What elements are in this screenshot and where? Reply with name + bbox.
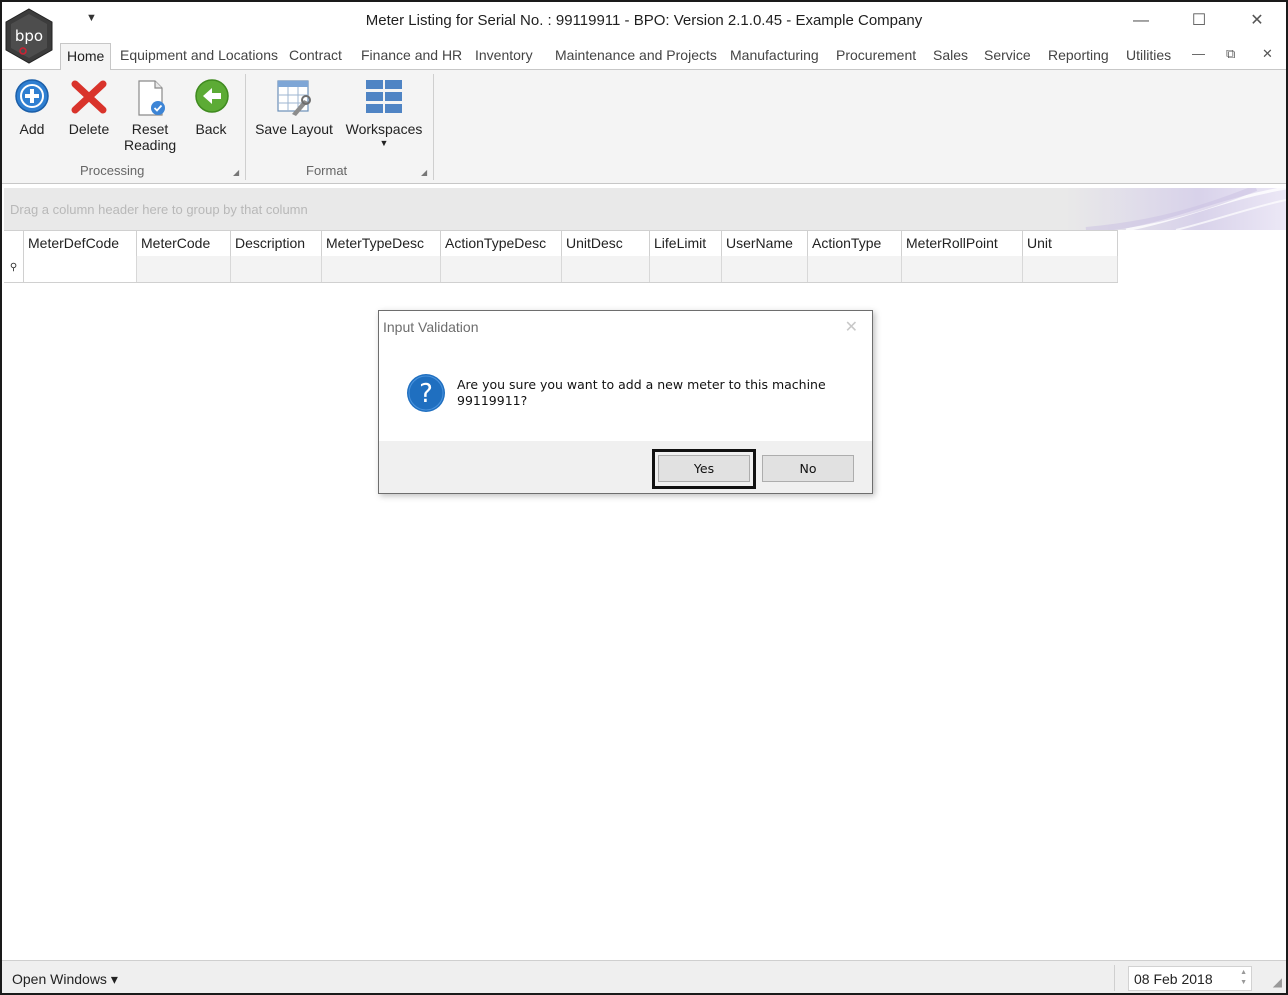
- save-layout-label: Save Layout: [255, 121, 333, 137]
- workspaces-dropdown-icon: ▼: [379, 138, 389, 148]
- filter-cell-lifelimit[interactable]: [650, 256, 722, 282]
- mdi-restore-button[interactable]: ⧉: [1226, 46, 1235, 62]
- ribbon-separator: [433, 74, 434, 180]
- app-window: bpo ▼ Meter Listing for Serial No. : 991…: [0, 0, 1288, 995]
- tab-procurement[interactable]: Procurement: [836, 47, 916, 63]
- row-indicator-header: [4, 231, 24, 257]
- tab-sales[interactable]: Sales: [933, 47, 968, 63]
- tab-finance-and-hr[interactable]: Finance and HR: [361, 47, 462, 63]
- dialog-message: Are you sure you want to add a new meter…: [457, 377, 826, 408]
- filter-cell-meterrollpoint[interactable]: [902, 256, 1023, 282]
- filter-cell-metertypedesc[interactable]: [322, 256, 441, 282]
- delete-label: Delete: [68, 121, 110, 137]
- filter-cell-meterdefcode[interactable]: [24, 256, 137, 282]
- svg-text:bpo: bpo: [15, 27, 43, 45]
- tab-equipment-and-locations[interactable]: Equipment and Locations: [120, 47, 278, 63]
- minimize-button[interactable]: —: [1118, 6, 1164, 36]
- grid-header-row: MeterDefCode MeterCode Description Meter…: [4, 230, 1118, 257]
- dialog-close-icon[interactable]: ✕: [845, 317, 858, 337]
- filter-pin-icon: ⚲: [4, 256, 24, 282]
- date-spin-field[interactable]: 08 Feb 2018 ▲ ▼: [1128, 966, 1252, 991]
- status-bar: Open Windows ▾ 08 Feb 2018 ▲ ▼ ◢: [2, 960, 1286, 993]
- column-header-unit[interactable]: Unit: [1023, 231, 1118, 257]
- ribbon-tabs: Home Equipment and Locations Contract Fi…: [2, 42, 1286, 71]
- mdi-close-button[interactable]: ✕: [1262, 46, 1273, 62]
- filter-cell-actiontype[interactable]: [808, 256, 902, 282]
- delete-x-icon: [71, 80, 107, 114]
- reset-reading-label: Reset Reading: [124, 121, 177, 153]
- tab-maintenance-and-projects[interactable]: Maintenance and Projects: [555, 47, 717, 63]
- workspaces-button[interactable]: Workspaces ▼: [344, 78, 424, 149]
- add-label: Add: [19, 121, 45, 137]
- filter-cell-actiontypedesc[interactable]: [441, 256, 562, 282]
- add-icon: [15, 79, 49, 113]
- column-header-metercode[interactable]: MeterCode: [137, 231, 231, 257]
- ribbon-separator: [245, 74, 246, 180]
- column-header-meterdefcode[interactable]: MeterDefCode: [24, 231, 137, 257]
- tab-home[interactable]: Home: [60, 43, 112, 71]
- svg-text:?: ?: [419, 379, 433, 409]
- title-bar: bpo ▼ Meter Listing for Serial No. : 991…: [2, 2, 1286, 64]
- column-header-actiontype[interactable]: ActionType: [808, 231, 902, 257]
- column-header-unitdesc[interactable]: UnitDesc: [562, 231, 650, 257]
- back-arrow-icon: [195, 79, 229, 113]
- group-by-panel[interactable]: Drag a column header here to group by th…: [4, 188, 1286, 230]
- filter-cell-metercode[interactable]: [137, 256, 231, 282]
- open-windows-dropdown[interactable]: Open Windows ▾: [12, 971, 118, 988]
- spin-up-icon[interactable]: ▲: [1240, 968, 1247, 978]
- document-check-icon: [138, 80, 165, 116]
- workspaces-label: Workspaces: [345, 121, 423, 137]
- workspaces-grid-icon: [366, 80, 402, 113]
- tab-utilities[interactable]: Utilities: [1126, 47, 1171, 63]
- processing-group-label: Processing: [80, 163, 145, 178]
- status-separator: [1114, 965, 1115, 991]
- date-value: 08 Feb 2018: [1134, 971, 1213, 987]
- filter-cell-unitdesc[interactable]: [562, 256, 650, 282]
- back-label: Back: [195, 121, 227, 137]
- bpo-logo-icon[interactable]: bpo: [4, 8, 54, 64]
- filter-cell-description[interactable]: [231, 256, 322, 282]
- format-launcher-icon[interactable]: ◢: [421, 168, 427, 177]
- input-validation-dialog: Input Validation ✕ ? Are you sure you wa…: [378, 310, 873, 494]
- column-header-actiontypedesc[interactable]: ActionTypeDesc: [441, 231, 562, 257]
- save-layout-button[interactable]: Save Layout: [254, 78, 334, 137]
- format-group-label: Format: [306, 163, 348, 178]
- question-icon: ?: [407, 374, 445, 412]
- ribbon-panel: Add Delete Reset Reading Back Processing…: [2, 70, 1286, 184]
- yes-button[interactable]: Yes: [658, 455, 750, 482]
- tab-inventory[interactable]: Inventory: [475, 47, 533, 63]
- group-by-hint: Drag a column header here to group by th…: [10, 202, 308, 217]
- tab-manufacturing[interactable]: Manufacturing: [730, 47, 819, 63]
- decorative-swoosh: [1066, 188, 1286, 230]
- resize-grip-icon[interactable]: ◢: [1273, 975, 1282, 989]
- column-header-meterrollpoint[interactable]: MeterRollPoint: [902, 231, 1023, 257]
- processing-launcher-icon[interactable]: ◢: [233, 168, 239, 177]
- tab-reporting[interactable]: Reporting: [1048, 47, 1109, 63]
- back-button[interactable]: Back: [192, 78, 230, 137]
- spin-down-icon[interactable]: ▼: [1240, 978, 1247, 988]
- date-spinner[interactable]: ▲ ▼: [1240, 968, 1247, 988]
- tab-contract[interactable]: Contract: [289, 47, 342, 63]
- dialog-title: Input Validation: [383, 319, 479, 335]
- add-button[interactable]: Add: [12, 78, 52, 137]
- column-header-lifelimit[interactable]: LifeLimit: [650, 231, 722, 257]
- mdi-minimize-button[interactable]: —: [1192, 46, 1205, 61]
- column-header-username[interactable]: UserName: [722, 231, 808, 257]
- reset-reading-button[interactable]: Reset Reading: [124, 78, 176, 153]
- filter-cell-unit[interactable]: [1023, 256, 1118, 282]
- auto-filter-row: ⚲: [4, 256, 1118, 283]
- maximize-button[interactable]: ☐: [1176, 6, 1222, 36]
- delete-button[interactable]: Delete: [66, 78, 112, 137]
- window-title: Meter Listing for Serial No. : 99119911 …: [365, 12, 923, 29]
- save-layout-icon: [277, 80, 311, 116]
- tab-service[interactable]: Service: [984, 47, 1031, 63]
- filter-cell-username[interactable]: [722, 256, 808, 282]
- close-button[interactable]: ✕: [1234, 6, 1280, 36]
- column-header-metertypedesc[interactable]: MeterTypeDesc: [322, 231, 441, 257]
- column-header-description[interactable]: Description: [231, 231, 322, 257]
- no-button[interactable]: No: [762, 455, 854, 482]
- dialog-footer: Yes No: [379, 441, 872, 493]
